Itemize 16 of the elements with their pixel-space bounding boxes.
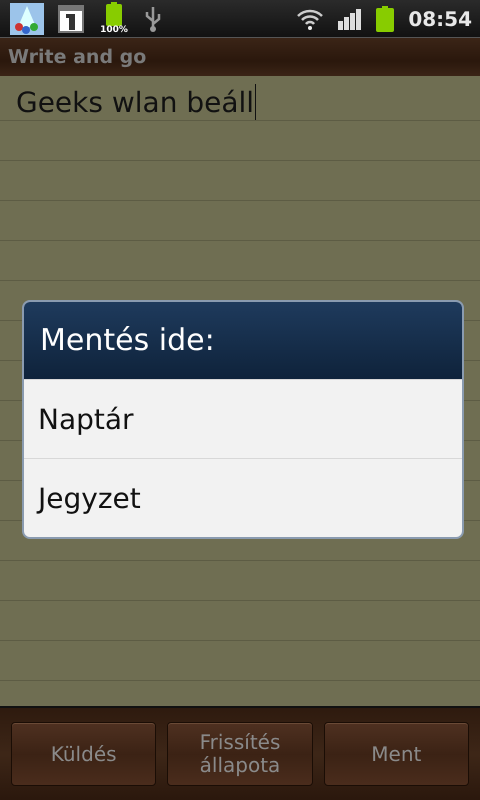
dialog-title: Mentés ide: <box>24 302 462 379</box>
signal-icon <box>338 8 362 30</box>
action-button[interactable]: Frissítés állapota <box>167 722 313 786</box>
clock: 08:54 <box>408 6 472 30</box>
action-button[interactable]: Küldés <box>11 722 156 786</box>
dialog-option[interactable]: Jegyzet <box>24 458 462 537</box>
calendar-icon <box>58 4 84 32</box>
battery-percent: 100% <box>99 24 129 34</box>
note-input-field[interactable]: Geeks wlan beáll <box>16 84 256 120</box>
app-icon <box>10 2 44 34</box>
usb-icon <box>144 4 162 32</box>
battery-icon <box>376 6 394 32</box>
action-button[interactable]: Ment <box>324 722 469 786</box>
app-title: Write and go <box>8 46 146 68</box>
battery-icon <box>106 2 122 26</box>
dialog-option[interactable]: Naptár <box>24 379 462 458</box>
